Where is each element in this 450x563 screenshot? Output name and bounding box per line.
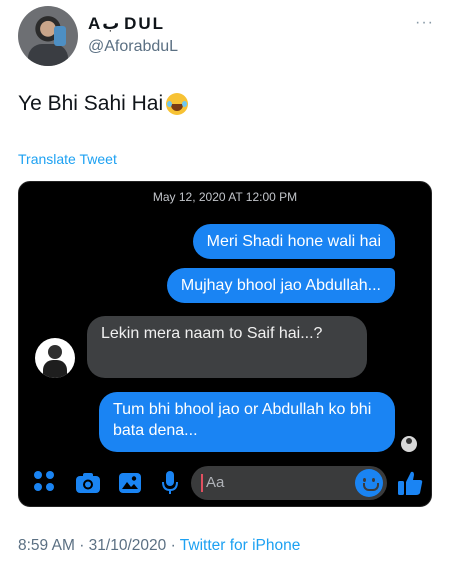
tweet-media-image[interactable]: May 12, 2020 AT 12:00 PM Meri Shadi hone… [18, 181, 432, 507]
tweet-date[interactable]: 31/10/2020 [89, 537, 167, 554]
camera-icon [75, 470, 101, 496]
more-options-icon[interactable]: ··· [415, 14, 434, 32]
author-avatar[interactable] [18, 6, 78, 66]
apps-icon [33, 470, 59, 496]
chat-date-stamp: May 12, 2020 AT 12:00 PM [152, 190, 298, 204]
message-input: Aa [191, 466, 387, 500]
message-input-placeholder: Aa [206, 474, 225, 491]
author-handle[interactable]: @AforabduL [88, 38, 178, 56]
thumbs-up-icon [395, 468, 425, 498]
meta-separator: · [79, 537, 85, 554]
tweet-time[interactable]: 8:59 AM [18, 537, 75, 554]
face-with-tears-of-joy-icon [166, 93, 189, 115]
tweet-header: Aب DUL @AforabduL ··· [18, 6, 438, 66]
translate-tweet-link[interactable]: Translate Tweet [18, 151, 117, 167]
message-bubble-outgoing: Mujhay bhool jao Abdullah... [166, 268, 395, 303]
tweet-text-content: Ye Bhi Sahi Hai [18, 92, 164, 115]
text-cursor [201, 474, 203, 492]
tweet-timestamp: 8:59 AM · 31/10/2020 · Twitter for iPhon… [18, 537, 300, 555]
message-bubble-incoming: Lekin mera naam to Saif hai...? [87, 316, 367, 378]
message-composer-bar: Aa [19, 460, 431, 506]
tweet-source-link[interactable]: Twitter for iPhone [180, 537, 301, 554]
message-bubble-outgoing: Meri Shadi hone wali hai [192, 224, 395, 259]
author-display-name[interactable]: Aب DUL [88, 14, 165, 34]
gallery-icon [117, 470, 143, 496]
meta-separator: · [170, 537, 176, 554]
tweet-text: Ye Bhi Sahi Hai [18, 92, 189, 116]
emoji-icon [355, 469, 383, 497]
friend-avatar [35, 338, 75, 378]
message-bubble-outgoing: Tum bhi bhool jao or Abdullah ko bhi bat… [99, 392, 395, 452]
seen-indicator-avatar [401, 436, 417, 452]
microphone-icon [157, 470, 183, 496]
